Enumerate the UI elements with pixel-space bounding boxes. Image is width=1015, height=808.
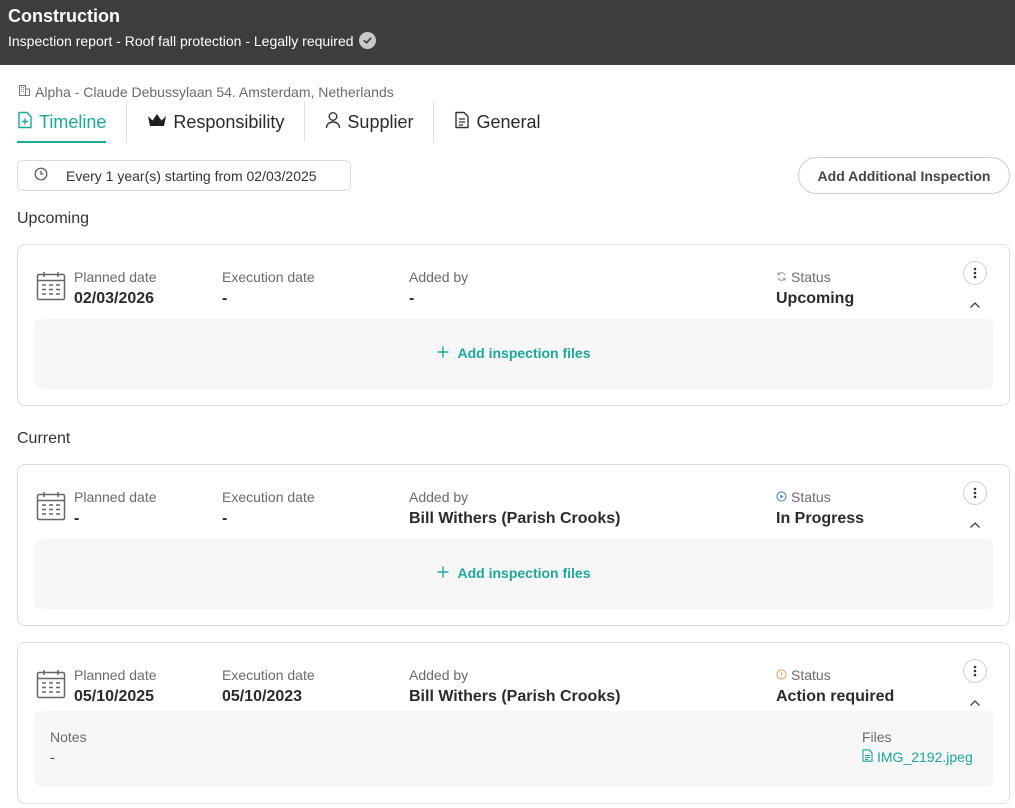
tab-responsibility[interactable]: Responsibility xyxy=(127,102,306,142)
calendar-icon xyxy=(36,271,66,306)
execution-date-label: Execution date xyxy=(222,269,315,285)
added-by-label: Added by xyxy=(409,269,469,285)
notes-label: Notes xyxy=(50,729,87,745)
chevron-up-icon[interactable] xyxy=(966,697,984,709)
check-badge-icon xyxy=(358,32,376,49)
subtitle-text: Inspection report - Roof fall protection… xyxy=(8,32,354,49)
files: Files IMG_2192.jpeg xyxy=(862,729,973,765)
more-options-button[interactable] xyxy=(963,659,987,683)
plus-icon xyxy=(437,345,449,361)
add-inspection-files-button[interactable]: Add inspection files xyxy=(34,345,994,361)
status-value: In Progress xyxy=(776,510,865,527)
planned-date-label: Planned date xyxy=(74,667,157,683)
status-value: Action required xyxy=(776,688,895,705)
app-header: Construction Inspection report - Roof fa… xyxy=(0,0,1015,65)
tab-general[interactable]: General xyxy=(434,102,560,142)
planned-date: Planned date 02/03/2026 xyxy=(74,268,157,308)
add-files-label: Add inspection files xyxy=(457,565,591,581)
execution-date: Execution date - xyxy=(222,268,315,308)
planned-date-label: Planned date xyxy=(74,489,157,505)
execution-date-value: - xyxy=(222,290,228,307)
location-address: Alpha - Claude Debussylaan 54. Amsterdam… xyxy=(18,84,394,100)
notes-value: - xyxy=(50,749,55,765)
status: Status In Progress xyxy=(776,488,864,528)
added-by: Added by Bill Withers (Parish Crooks) xyxy=(409,488,620,528)
calendar-icon xyxy=(36,491,66,526)
added-by-label: Added by xyxy=(409,667,469,683)
execution-date: Execution date 05/10/2023 xyxy=(222,666,315,706)
added-by-value: - xyxy=(409,290,415,307)
added-by-value: Bill Withers (Parish Crooks) xyxy=(409,688,621,705)
add-files-label: Add inspection files xyxy=(457,345,591,361)
planned-date-value: 05/10/2025 xyxy=(74,688,155,705)
chevron-up-icon[interactable] xyxy=(966,299,984,311)
added-by-value: Bill Withers (Parish Crooks) xyxy=(409,510,621,527)
refresh-icon xyxy=(776,269,787,285)
section-current: Current xyxy=(17,430,71,447)
execution-date-value: 05/10/2023 xyxy=(222,688,303,705)
schedule-info: Every 1 year(s) starting from 02/03/2025 xyxy=(17,160,351,191)
clock-icon xyxy=(34,167,48,184)
tab-label: Supplier xyxy=(347,111,414,132)
execution-date-label: Execution date xyxy=(222,667,315,683)
inspection-card: Planned date 05/10/2025 Execution date 0… xyxy=(17,642,1010,804)
document-icon xyxy=(862,749,873,765)
planned-date: Planned date 05/10/2025 xyxy=(74,666,157,706)
tab-supplier[interactable]: Supplier xyxy=(305,102,435,142)
added-by-label: Added by xyxy=(409,489,469,505)
execution-date-value: - xyxy=(222,510,228,527)
crown-icon xyxy=(147,112,167,133)
schedule-text: Every 1 year(s) starting from 02/03/2025 xyxy=(66,167,317,184)
alert-circle-icon xyxy=(776,667,787,683)
file-name: IMG_2192.jpeg xyxy=(877,749,973,765)
execution-date: Execution date - xyxy=(222,488,315,528)
status-label: Status xyxy=(776,666,894,684)
play-circle-icon xyxy=(776,489,787,505)
status: Status Action required xyxy=(776,666,894,706)
calendar-icon xyxy=(36,669,66,704)
inspection-card: Planned date - Execution date - Added by… xyxy=(17,464,1010,626)
added-by: Added by - xyxy=(409,268,468,308)
page-subtitle: Inspection report - Roof fall protection… xyxy=(8,32,376,49)
person-icon xyxy=(325,111,341,134)
plus-icon xyxy=(437,565,449,581)
status-label-text: Status xyxy=(791,489,831,505)
status-value: Upcoming xyxy=(776,290,855,307)
notes: Notes - xyxy=(50,729,87,765)
add-additional-inspection-button[interactable]: Add Additional Inspection xyxy=(798,157,1010,194)
file-plus-icon xyxy=(17,111,33,134)
document-icon xyxy=(454,111,470,134)
more-options-button[interactable] xyxy=(963,261,987,285)
planned-date-value: - xyxy=(74,510,80,527)
building-icon xyxy=(18,84,31,100)
execution-date-label: Execution date xyxy=(222,489,315,505)
planned-date: Planned date - xyxy=(74,488,157,528)
file-link[interactable]: IMG_2192.jpeg xyxy=(862,749,973,765)
inspection-files-area: Add inspection files xyxy=(34,539,994,609)
inspection-card: Planned date 02/03/2026 Execution date -… xyxy=(17,244,1010,406)
page-title: Construction xyxy=(8,6,120,26)
status-label: Status xyxy=(776,488,864,506)
status-label-text: Status xyxy=(791,269,831,285)
inspection-details-area: Notes - Files IMG_2192.jpeg xyxy=(34,711,994,787)
section-upcoming: Upcoming xyxy=(17,210,90,227)
planned-date-label: Planned date xyxy=(74,269,157,285)
more-options-button[interactable] xyxy=(963,481,987,505)
status-label-text: Status xyxy=(791,667,831,683)
inspection-files-area: Add inspection files xyxy=(34,319,994,389)
files-label: Files xyxy=(862,729,892,745)
address-text: Alpha - Claude Debussylaan 54. Amsterdam… xyxy=(35,84,394,100)
tab-label: General xyxy=(476,111,541,132)
planned-date-value: 02/03/2026 xyxy=(74,290,155,307)
tab-bar: Timeline Responsibility Supplier General xyxy=(17,102,561,143)
add-inspection-files-button[interactable]: Add inspection files xyxy=(34,565,994,581)
status: Status Upcoming xyxy=(776,268,854,308)
chevron-up-icon[interactable] xyxy=(966,519,984,531)
tab-label: Timeline xyxy=(39,111,107,132)
added-by: Added by Bill Withers (Parish Crooks) xyxy=(409,666,620,706)
status-label: Status xyxy=(776,268,854,286)
tab-label: Responsibility xyxy=(173,111,285,132)
tab-timeline[interactable]: Timeline xyxy=(17,102,128,143)
